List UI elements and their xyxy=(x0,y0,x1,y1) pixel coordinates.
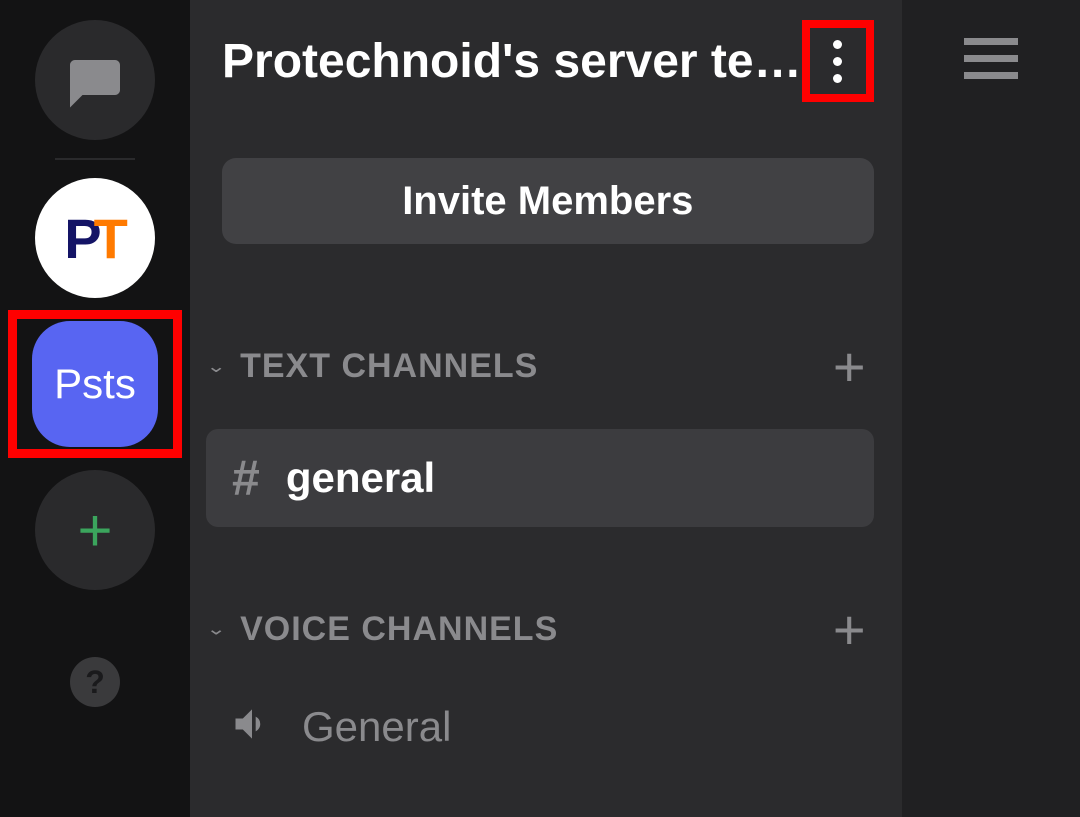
section-left: ⌄ TEXT CHANNELS xyxy=(206,347,538,386)
server-icon-psts[interactable]: Psts xyxy=(32,321,158,447)
invite-members-button[interactable]: Invite Members xyxy=(222,158,874,244)
bar-icon xyxy=(964,72,1018,79)
text-channels-header[interactable]: ⌄ TEXT CHANNELS + xyxy=(206,334,874,399)
pt-t: T xyxy=(94,206,126,271)
dot-icon xyxy=(833,40,842,49)
bar-icon xyxy=(964,55,1018,62)
text-channels-label: TEXT CHANNELS xyxy=(240,347,538,386)
dot-icon xyxy=(833,74,842,83)
server-icon-pt[interactable]: P T xyxy=(35,178,155,298)
channel-name: general xyxy=(286,454,435,502)
chevron-down-icon: ⌄ xyxy=(206,619,226,639)
rail-divider xyxy=(55,158,135,160)
server-header: Protechnoid's server te… xyxy=(206,20,874,102)
voice-channels-header[interactable]: ⌄ VOICE CHANNELS + xyxy=(206,597,874,662)
add-server-button[interactable]: + xyxy=(35,470,155,590)
highlight-box-more xyxy=(802,20,874,102)
server-rail: P T Psts + ? xyxy=(0,0,190,817)
help-button[interactable]: ? xyxy=(70,657,120,707)
channel-general[interactable]: # general xyxy=(206,429,874,527)
highlight-box-server: Psts xyxy=(8,310,182,458)
server-title[interactable]: Protechnoid's server te… xyxy=(222,34,802,89)
bar-icon xyxy=(964,38,1018,45)
add-text-channel-button[interactable]: + xyxy=(833,334,874,399)
chat-icon xyxy=(65,50,125,110)
help-wrap: ? xyxy=(70,657,120,707)
menu-button[interactable] xyxy=(964,38,1018,817)
channel-panel: Protechnoid's server te… Invite Members … xyxy=(190,0,902,817)
more-options-button[interactable] xyxy=(833,40,842,83)
voice-channel-general[interactable]: General xyxy=(206,692,874,761)
add-voice-channel-button[interactable]: + xyxy=(833,597,874,662)
right-strip xyxy=(902,0,1080,817)
dot-icon xyxy=(833,57,842,66)
section-left: ⌄ VOICE CHANNELS xyxy=(206,610,558,649)
voice-channels-label: VOICE CHANNELS xyxy=(240,610,558,649)
hash-icon: # xyxy=(232,449,260,507)
chevron-down-icon: ⌄ xyxy=(206,356,226,376)
question-icon: ? xyxy=(85,664,105,701)
speaker-icon xyxy=(230,702,274,751)
direct-messages-button[interactable] xyxy=(35,20,155,140)
plus-icon: + xyxy=(77,496,112,565)
voice-channel-name: General xyxy=(302,703,451,751)
